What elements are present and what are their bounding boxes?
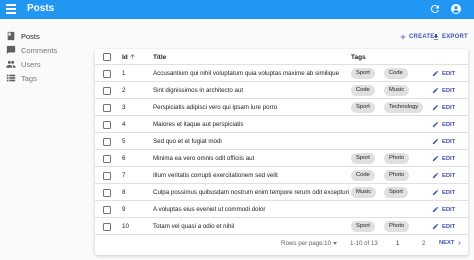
row-checkbox[interactable] xyxy=(103,69,111,78)
row-id: 10 xyxy=(122,223,129,230)
column-title-header[interactable]: Title xyxy=(153,54,166,61)
table-row[interactable]: 2 Sint dignissimos in architecto aut Code M… xyxy=(95,82,468,99)
chevron-right-icon xyxy=(458,241,461,245)
pencil-icon xyxy=(432,172,439,179)
posts-table: Id Title Tags 1 Accusantium qui nihil vol… xyxy=(95,49,468,255)
column-id-header[interactable]: Id xyxy=(122,54,128,61)
row-checkbox[interactable] xyxy=(103,188,111,197)
pencil-icon xyxy=(432,138,439,145)
sidebar-item-label: Users xyxy=(21,60,41,69)
select-all-checkbox[interactable] xyxy=(103,53,111,61)
pagination: Rows per page: 10 1-10 of 13 1 2 NEXT xyxy=(95,235,468,253)
row-title: Culpa possimus quibusdam nostrum enim te… xyxy=(153,189,350,196)
row-checkbox[interactable] xyxy=(103,86,111,95)
row-checkbox[interactable] xyxy=(103,120,111,129)
pencil-icon xyxy=(432,206,439,213)
comment-icon xyxy=(6,45,16,55)
page-2-button[interactable]: 2 xyxy=(422,240,425,247)
row-title: Perspiciatis adipisci vero qui ipsam iur… xyxy=(153,104,278,111)
row-id: 6 xyxy=(122,155,126,162)
sidebar-item-posts[interactable]: Posts xyxy=(0,30,90,43)
tag-chip[interactable]: Photo xyxy=(384,153,410,164)
people-icon xyxy=(6,60,16,68)
tag-chip[interactable]: Sport xyxy=(351,153,375,164)
rows-per-page-select[interactable]: 10 xyxy=(324,240,331,247)
tag-chip[interactable]: Sport xyxy=(351,68,375,79)
row-title: Sed quo et et fugiat modi xyxy=(153,138,222,145)
table-row[interactable]: 1 Accusantium qui nihil voluptatum quia v… xyxy=(95,65,468,82)
row-title: Minima ea vero omnis odit officiis aut xyxy=(153,155,255,162)
app-bar: Posts xyxy=(0,0,474,19)
row-checkbox[interactable] xyxy=(103,205,111,214)
row-id: 8 xyxy=(122,189,126,196)
row-id: 2 xyxy=(122,87,126,94)
sidebar-item-label: Tags xyxy=(21,74,37,83)
table-row[interactable]: 7 Illum veritatis corrupti exercitationem… xyxy=(95,167,468,184)
pencil-icon xyxy=(432,87,439,94)
page-range: 1-10 of 13 xyxy=(350,240,378,247)
caret-down-icon[interactable] xyxy=(333,242,337,245)
table-row[interactable]: 10 Totam vel quasi a odio et nihil Sport Ph… xyxy=(95,218,468,235)
row-checkbox[interactable] xyxy=(103,154,111,163)
next-page-button[interactable]: NEXT xyxy=(439,240,461,246)
tag-chip[interactable]: Photo xyxy=(384,170,410,181)
tag-chip[interactable]: Sport xyxy=(351,102,375,113)
pencil-icon xyxy=(432,189,439,196)
row-id: 5 xyxy=(122,138,126,145)
row-id: 3 xyxy=(122,104,126,111)
row-title: Illum veritatis corrupti exercitationem … xyxy=(153,172,278,179)
row-id: 9 xyxy=(122,206,126,213)
tag-chip[interactable]: Code xyxy=(351,170,375,181)
table-row[interactable]: 9 A voluptas eius eveniet ut commodi dolo… xyxy=(95,201,468,218)
row-checkbox[interactable] xyxy=(103,103,111,112)
download-icon xyxy=(433,34,439,40)
tag-chip[interactable]: Sport xyxy=(384,187,408,198)
sort-arrow-up-icon[interactable] xyxy=(129,53,136,60)
book-icon xyxy=(7,31,15,41)
table-row[interactable]: 8 Culpa possimus quibusdam nostrum enim t… xyxy=(95,184,468,201)
pencil-icon xyxy=(432,155,439,162)
page-1-button[interactable]: 1 xyxy=(396,240,399,247)
table-row[interactable]: 5 Sed quo et et fugiat modi EDIT xyxy=(95,133,468,150)
row-title: Sint dignissimos in architecto aut xyxy=(153,87,244,94)
tag-chip[interactable]: Technology xyxy=(384,102,424,113)
plus-icon xyxy=(400,34,406,40)
row-id: 7 xyxy=(122,172,126,179)
row-title: Totam vel quasi a odio et nihil xyxy=(153,223,235,230)
list-icon xyxy=(6,74,16,82)
refresh-icon[interactable] xyxy=(429,3,441,15)
table-row[interactable]: 6 Minima ea vero omnis odit officiis aut S… xyxy=(95,150,468,167)
row-checkbox[interactable] xyxy=(103,171,111,180)
row-id: 1 xyxy=(122,70,126,77)
sidebar-item-tags[interactable]: Tags xyxy=(0,72,90,85)
tag-chip[interactable]: Music xyxy=(384,85,410,96)
row-title: A voluptas eius eveniet ut commodi dolor xyxy=(153,206,266,213)
sidebar-item-label: Posts xyxy=(21,32,40,41)
table-header: Id Title Tags xyxy=(95,49,468,65)
row-id: 4 xyxy=(122,121,126,128)
column-tags-header: Tags xyxy=(351,54,366,61)
table-row[interactable]: 4 Maiores et itaque aut perspiciatis EDIT xyxy=(95,116,468,133)
account-icon[interactable] xyxy=(450,3,462,15)
pencil-icon xyxy=(432,104,439,111)
row-title: Maiores et itaque aut perspiciatis xyxy=(153,121,244,128)
page-title: Posts xyxy=(27,3,55,14)
menu-icon[interactable] xyxy=(6,4,16,15)
tag-chip[interactable]: Code xyxy=(351,85,375,96)
sidebar-item-label: Comments xyxy=(21,46,58,55)
table-row[interactable]: 3 Perspiciatis adipisci vero qui ipsam iu… xyxy=(95,99,468,116)
rows-per-page-label: Rows per page: xyxy=(281,240,325,247)
pencil-icon xyxy=(432,70,439,77)
tag-chip[interactable]: Music xyxy=(351,187,377,198)
tag-chip[interactable]: Photo xyxy=(384,221,410,232)
row-title: Accusantium qui nihil voluptatum quia vo… xyxy=(153,70,340,77)
sidebar-item-comments[interactable]: Comments xyxy=(0,44,90,57)
tag-chip[interactable]: Sport xyxy=(351,221,375,232)
pencil-icon xyxy=(432,223,439,230)
sidebar-item-users[interactable]: Users xyxy=(0,58,90,71)
row-checkbox[interactable] xyxy=(103,222,111,231)
row-checkbox[interactable] xyxy=(103,137,111,146)
tag-chip[interactable]: Code xyxy=(384,68,408,79)
pencil-icon xyxy=(432,121,439,128)
